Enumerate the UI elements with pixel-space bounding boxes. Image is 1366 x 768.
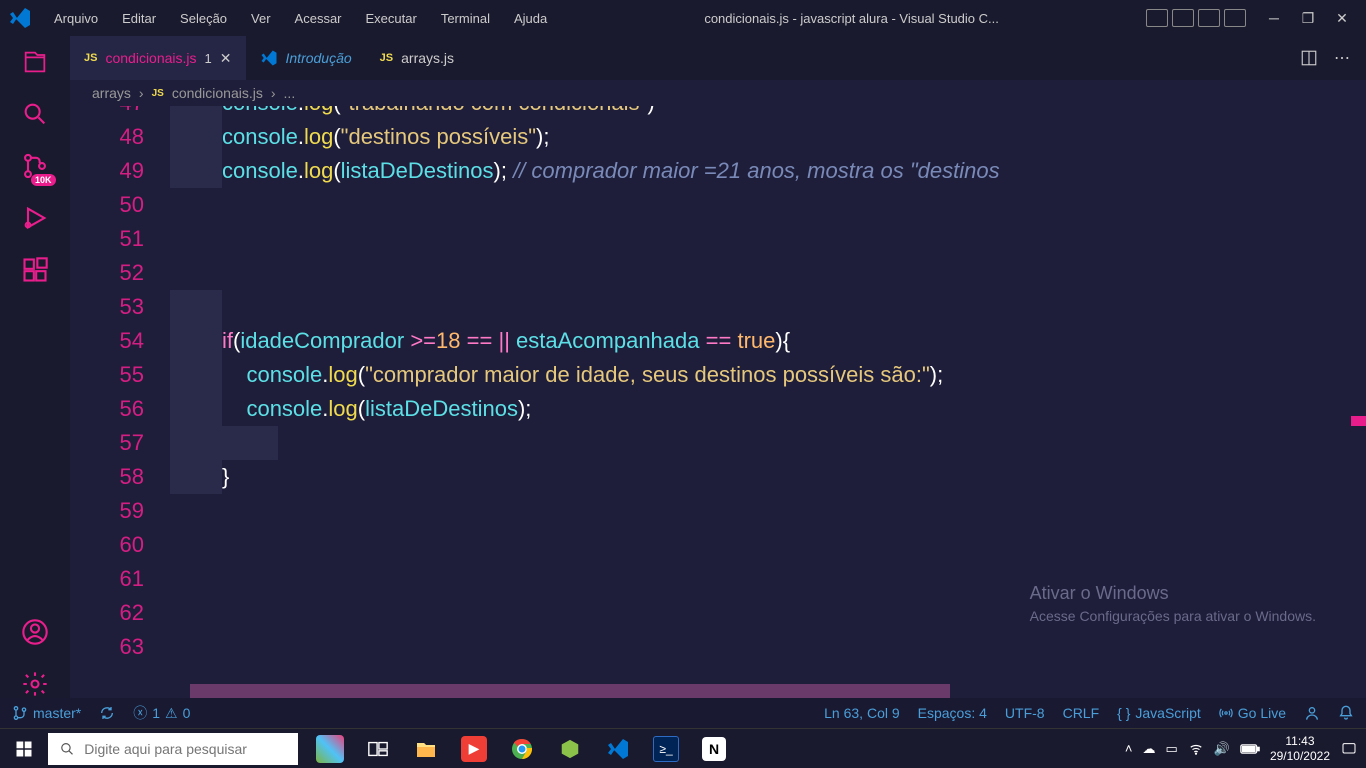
windows-taskbar: ▶ ≥_ N ˄ ☁ ▭ 🔊 11:43 29/10/2022 (0, 728, 1366, 768)
tray-chevron-icon[interactable]: ˄ (1125, 741, 1133, 756)
menu-ver[interactable]: Ver (241, 7, 281, 30)
status-encoding[interactable]: UTF-8 (1005, 705, 1045, 721)
vscode-logo-icon (8, 6, 32, 30)
source-control-badge: 10K (31, 174, 56, 186)
window-title: condicionais.js - javascript alura - Vis… (557, 11, 1146, 26)
taskbar-app-chrome[interactable] (498, 729, 546, 768)
start-button[interactable] (0, 729, 48, 768)
extensions-icon[interactable] (21, 256, 49, 284)
run-debug-icon[interactable] (21, 204, 49, 232)
tray-battery-icon[interactable] (1240, 743, 1260, 755)
windows-watermark: Ativar o Windows Acesse Configurações pa… (1030, 583, 1316, 624)
layout-controls (1146, 9, 1246, 27)
status-problems[interactable]: ⓧ1 ⚠0 (133, 703, 190, 723)
code-editor[interactable]: 4748495051525354555657585960616263 conso… (70, 106, 1366, 684)
system-tray: ˄ ☁ ▭ 🔊 11:43 29/10/2022 (1125, 734, 1366, 763)
taskbar-apps: ▶ ≥_ N (306, 729, 738, 768)
taskbar-app-node[interactable] (546, 729, 594, 768)
tab-introducao[interactable]: Introdução (246, 36, 366, 80)
menu-executar[interactable]: Executar (356, 7, 427, 30)
menu-ajuda[interactable]: Ajuda (504, 7, 557, 30)
chevron-right-icon: › (139, 85, 144, 101)
js-file-icon: JS (152, 88, 164, 99)
search-icon[interactable] (21, 100, 49, 128)
editor-tabs: JS condicionais.js 1 ✕ Introdução JS arr… (70, 36, 1366, 80)
maximize-icon[interactable]: ❐ (1300, 10, 1316, 27)
editor-area: JS condicionais.js 1 ✕ Introdução JS arr… (70, 36, 1366, 698)
status-indentation[interactable]: Espaços: 4 (918, 705, 987, 721)
activity-bar: 10K (0, 36, 70, 698)
window-controls: ─ ❐ ✕ (1258, 10, 1358, 27)
tab-condicionais[interactable]: JS condicionais.js 1 ✕ (70, 36, 246, 80)
taskbar-app-news[interactable] (306, 729, 354, 768)
vs-file-icon (260, 49, 278, 67)
scrollbar-thumb[interactable] (190, 684, 950, 698)
source-control-icon[interactable]: 10K (21, 152, 49, 180)
toggle-panel-right-icon[interactable] (1198, 9, 1220, 27)
horizontal-scrollbar[interactable] (70, 684, 1366, 698)
tray-onedrive-icon[interactable]: ☁ (1142, 741, 1155, 757)
status-eol[interactable]: CRLF (1063, 705, 1100, 721)
status-sync[interactable] (99, 705, 115, 721)
breadcrumb-root[interactable]: arrays (92, 85, 131, 101)
taskbar-search-input[interactable] (84, 741, 286, 757)
tab-arrays[interactable]: JS arrays.js (366, 36, 468, 80)
js-file-icon: JS (380, 52, 393, 64)
status-bell-icon[interactable] (1338, 705, 1354, 721)
toggle-panel-left-icon[interactable] (1146, 9, 1168, 27)
breadcrumb-more[interactable]: ... (284, 85, 296, 101)
taskbar-app-notion[interactable]: N (690, 729, 738, 768)
customize-layout-icon[interactable] (1224, 9, 1246, 27)
line-gutter: 4748495051525354555657585960616263 (70, 106, 170, 684)
breadcrumb[interactable]: arrays › JS condicionais.js › ... (70, 80, 1366, 106)
minimap-error-mark (1351, 416, 1366, 426)
menu-editar[interactable]: Editar (112, 7, 166, 30)
settings-gear-icon[interactable] (21, 670, 49, 698)
accounts-icon[interactable] (21, 618, 49, 646)
tab-close-icon[interactable]: ✕ (220, 50, 232, 67)
taskbar-app-anydesk[interactable]: ▶ (450, 729, 498, 768)
menu-acessar[interactable]: Acessar (285, 7, 352, 30)
tray-volume-icon[interactable]: 🔊 (1214, 741, 1230, 757)
menu-terminal[interactable]: Terminal (431, 7, 500, 30)
breadcrumb-file[interactable]: condicionais.js (172, 85, 263, 101)
menu-selecao[interactable]: Seleção (170, 7, 237, 30)
more-actions-icon[interactable]: ⋯ (1334, 48, 1350, 68)
taskbar-app-powershell[interactable]: ≥_ (642, 729, 690, 768)
tab-label: arrays.js (401, 50, 454, 66)
taskbar-app-explorer[interactable] (402, 729, 450, 768)
taskbar-app-taskview[interactable] (354, 729, 402, 768)
status-bar: master* ⓧ1 ⚠0 Ln 63, Col 9 Espaços: 4 UT… (0, 698, 1366, 728)
status-golive[interactable]: Go Live (1219, 705, 1286, 721)
tray-wifi-icon[interactable] (1188, 742, 1204, 756)
tray-notifications-icon[interactable] (1340, 741, 1358, 757)
menu-bar: Arquivo Editar Seleção Ver Acessar Execu… (44, 7, 557, 30)
close-icon[interactable]: ✕ (1334, 10, 1350, 27)
chevron-right-icon: › (271, 85, 276, 101)
taskbar-app-vscode[interactable] (594, 729, 642, 768)
status-feedback-icon[interactable] (1304, 705, 1320, 721)
status-language[interactable]: { }JavaScript (1117, 705, 1201, 721)
minimap[interactable] (1351, 106, 1366, 684)
toggle-panel-bottom-icon[interactable] (1172, 9, 1194, 27)
js-file-icon: JS (84, 52, 97, 64)
tray-meet-icon[interactable]: ▭ (1165, 741, 1177, 757)
status-branch[interactable]: master* (12, 705, 81, 721)
status-cursor-position[interactable]: Ln 63, Col 9 (824, 705, 900, 721)
tab-label: condicionais.js (105, 50, 196, 66)
explorer-icon[interactable] (21, 48, 49, 76)
taskbar-clock[interactable]: 11:43 29/10/2022 (1270, 734, 1330, 763)
split-editor-icon[interactable] (1300, 49, 1318, 67)
menu-arquivo[interactable]: Arquivo (44, 7, 108, 30)
tab-label: Introdução (286, 50, 352, 66)
titlebar: Arquivo Editar Seleção Ver Acessar Execu… (0, 0, 1366, 36)
taskbar-search[interactable] (48, 733, 298, 765)
tab-dirty-indicator: 1 (205, 51, 212, 66)
minimize-icon[interactable]: ─ (1266, 10, 1282, 27)
